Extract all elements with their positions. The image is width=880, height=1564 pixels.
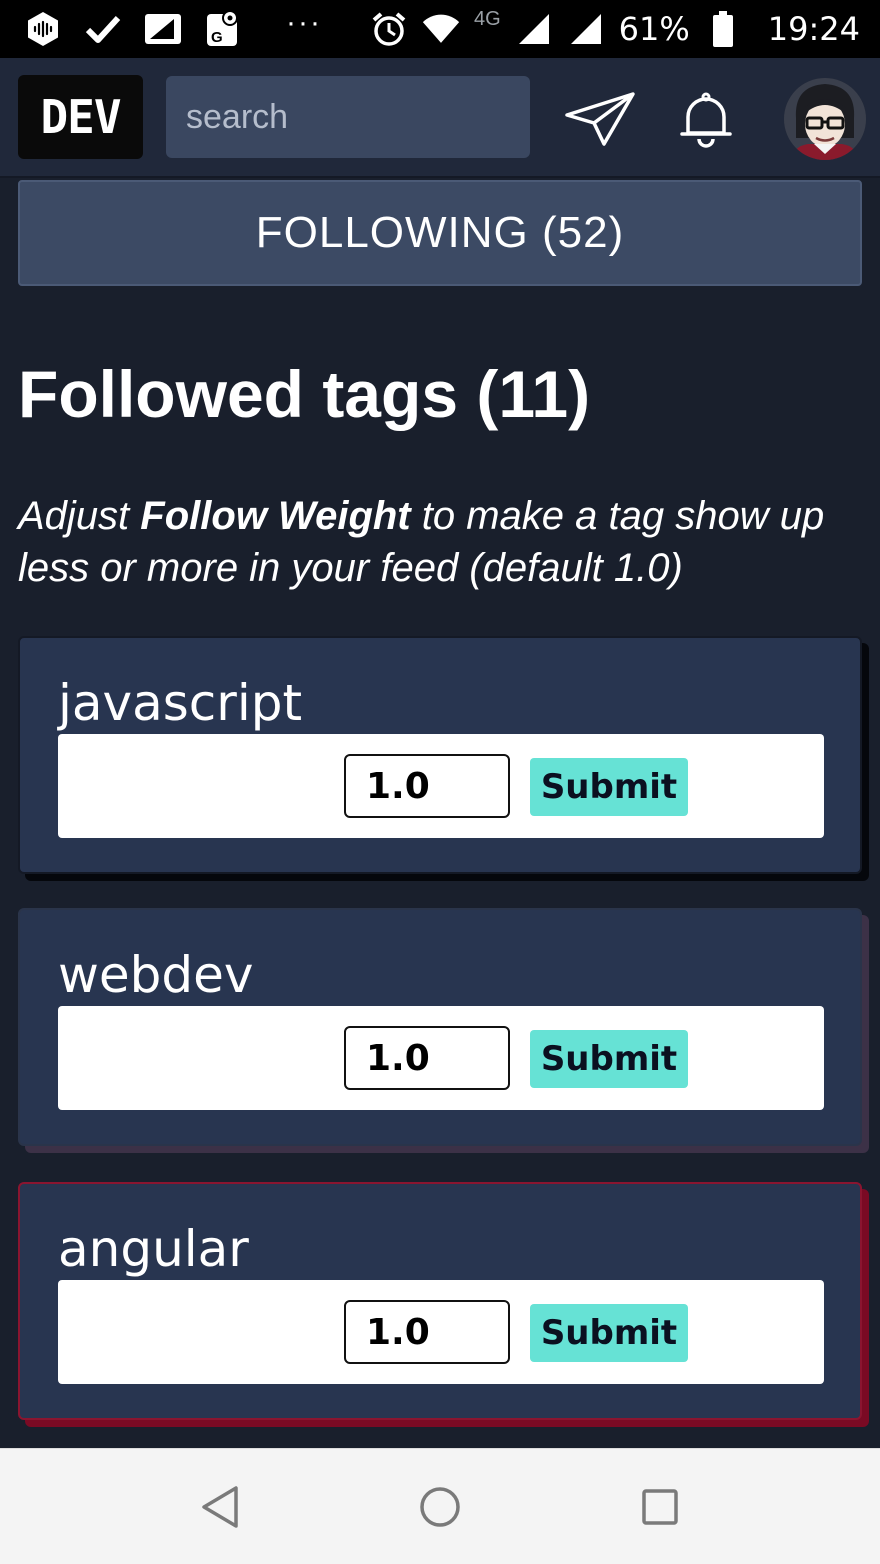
submit-button[interactable]: Submit bbox=[530, 1304, 688, 1362]
podcast-icon bbox=[24, 10, 62, 48]
submit-button[interactable]: Submit bbox=[530, 758, 688, 816]
tag-card-webdev: webdev Submit bbox=[18, 908, 862, 1146]
battery-icon bbox=[704, 10, 742, 48]
alarm-icon bbox=[370, 10, 408, 48]
network-type: 4G bbox=[473, 7, 501, 30]
follow-weight-input[interactable] bbox=[344, 1026, 510, 1090]
tag-card-javascript: javascript Submit bbox=[18, 636, 862, 874]
home-icon[interactable] bbox=[410, 1477, 470, 1537]
dev-logo[interactable]: DEV bbox=[18, 75, 143, 159]
search-input[interactable] bbox=[166, 76, 530, 158]
follow-weight-input[interactable] bbox=[344, 754, 510, 818]
follow-weight-input[interactable] bbox=[344, 1300, 510, 1364]
note-icon bbox=[144, 10, 182, 48]
send-icon[interactable] bbox=[562, 84, 638, 154]
check-icon bbox=[84, 10, 122, 48]
subtitle-prefix: Adjust bbox=[18, 494, 141, 538]
signal-2-icon bbox=[567, 10, 605, 48]
wifi-icon bbox=[422, 10, 460, 48]
weight-form: Submit bbox=[58, 734, 824, 838]
battery-percent: 61% bbox=[618, 10, 690, 48]
back-icon[interactable] bbox=[190, 1477, 250, 1537]
subtitle-emphasis: Follow Weight bbox=[140, 494, 411, 538]
maps-icon: G bbox=[204, 10, 242, 48]
avatar[interactable] bbox=[784, 78, 866, 160]
bell-icon[interactable] bbox=[668, 84, 744, 154]
submit-button[interactable]: Submit bbox=[530, 1030, 688, 1088]
following-button[interactable]: FOLLOWING (52) bbox=[18, 180, 862, 286]
weight-form: Submit bbox=[58, 1280, 824, 1384]
status-bar: G ··· 4G 61% 19:24 bbox=[0, 0, 880, 58]
tag-name[interactable]: javascript bbox=[58, 674, 302, 732]
svg-text:G: G bbox=[211, 29, 223, 46]
weight-form: Submit bbox=[58, 1006, 824, 1110]
signal-icon bbox=[515, 10, 553, 48]
page-title: Followed tags (11) bbox=[18, 357, 591, 431]
tag-card-angular: angular Submit bbox=[18, 1182, 862, 1420]
tag-name[interactable]: webdev bbox=[58, 946, 253, 1004]
top-header: DEV bbox=[0, 58, 880, 178]
overflow-dots: ··· bbox=[286, 6, 322, 39]
recents-icon[interactable] bbox=[630, 1477, 690, 1537]
clock: 19:24 bbox=[767, 10, 860, 48]
android-nav-bar bbox=[0, 1448, 880, 1564]
page-subtitle: Adjust Follow Weight to make a tag show … bbox=[18, 490, 868, 594]
tag-name[interactable]: angular bbox=[58, 1220, 249, 1278]
